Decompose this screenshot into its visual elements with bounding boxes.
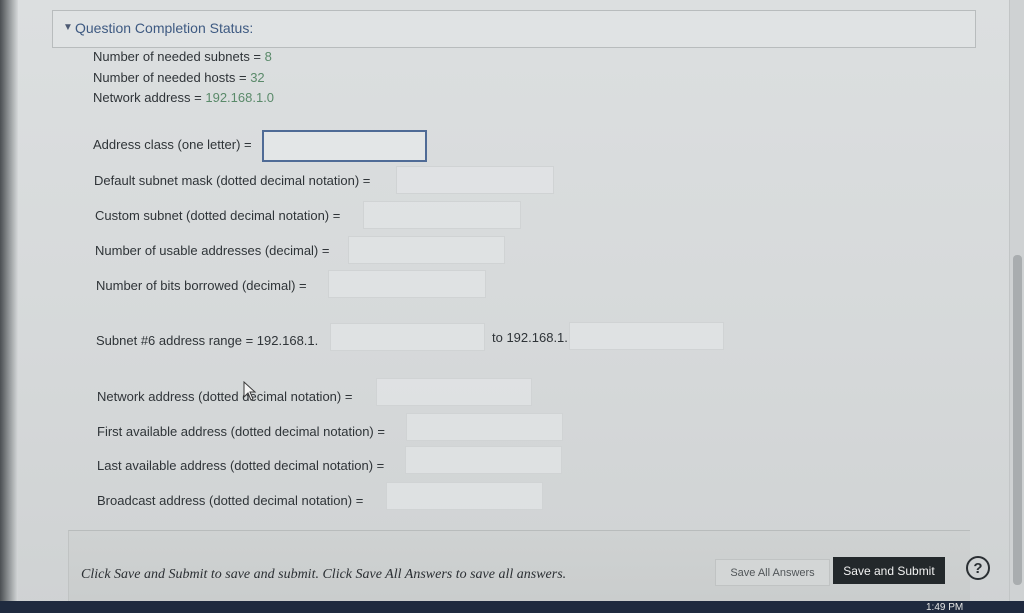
subnet6-range-to-label: to 192.168.1.	[492, 330, 568, 345]
first-available-label: First available address (dotted decimal …	[97, 424, 385, 439]
first-available-input[interactable]	[406, 413, 563, 441]
status-label: Question Completion Status:	[75, 20, 254, 36]
usable-addresses-input[interactable]	[348, 236, 505, 264]
help-icon[interactable]: ?	[966, 556, 990, 580]
broadcast-address-label: Broadcast address (dotted decimal notati…	[97, 493, 364, 508]
window-edge	[0, 0, 18, 613]
address-class-label: Address class (one letter) =	[93, 137, 252, 152]
question-completion-status[interactable]: ▼ Question Completion Status:	[52, 10, 976, 48]
subnet6-range-end-input[interactable]	[569, 322, 724, 350]
page-scrollbar[interactable]	[1009, 0, 1024, 613]
default-mask-input[interactable]	[396, 166, 554, 194]
save-and-submit-button[interactable]: Save and Submit	[833, 557, 945, 584]
subnet6-range-start-input[interactable]	[330, 323, 485, 351]
needed-hosts-line: Number of needed hosts = 32	[93, 70, 265, 85]
taskbar-clock: 1:49 PM	[926, 602, 964, 613]
network-address-line: Network address = 192.168.1.0	[93, 90, 275, 105]
submit-instructions: Click Save and Submit to save and submit…	[81, 567, 567, 582]
custom-subnet-input[interactable]	[363, 201, 521, 229]
broadcast-address-input[interactable]	[386, 482, 543, 510]
chevron-down-icon[interactable]: ▼	[63, 22, 73, 33]
network-address-input[interactable]	[376, 378, 532, 406]
save-all-answers-button[interactable]: Save All Answers	[715, 559, 830, 586]
needed-subnets-line: Number of needed subnets = 8	[93, 49, 272, 64]
custom-subnet-label: Custom subnet (dotted decimal notation) …	[95, 208, 341, 223]
bits-borrowed-input[interactable]	[328, 270, 486, 298]
network-address-label: Network address (dotted decimal notation…	[97, 389, 353, 404]
os-taskbar	[0, 601, 1024, 613]
usable-addresses-label: Number of usable addresses (decimal) =	[95, 243, 330, 258]
last-available-label: Last available address (dotted decimal n…	[97, 458, 385, 473]
default-mask-label: Default subnet mask (dotted decimal nota…	[94, 173, 371, 188]
mouse-pointer-icon	[243, 381, 257, 401]
bits-borrowed-label: Number of bits borrowed (decimal) =	[96, 278, 307, 293]
address-class-input[interactable]	[262, 130, 427, 162]
subnet6-range-label: Subnet #6 address range = 192.168.1.	[96, 333, 319, 348]
quiz-page: ▼ Question Completion Status: Number of …	[0, 0, 1024, 613]
scrollbar-thumb[interactable]	[1013, 255, 1022, 585]
last-available-input[interactable]	[405, 446, 562, 474]
